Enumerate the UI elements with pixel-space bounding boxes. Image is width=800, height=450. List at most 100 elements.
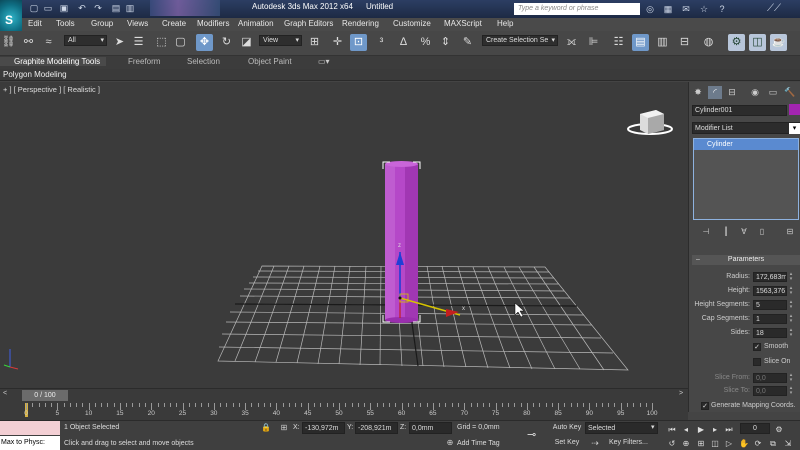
named-selection-dropdown[interactable]: Create Selection Se bbox=[482, 35, 558, 46]
time-slider[interactable] bbox=[0, 388, 688, 402]
curve-editor-icon[interactable]: ▥ bbox=[654, 34, 671, 51]
select-by-name-icon[interactable]: ☰ bbox=[130, 34, 147, 51]
zoom-extents-icon[interactable]: ◫ bbox=[709, 438, 721, 449]
help-icon[interactable]: ? bbox=[716, 3, 728, 15]
menu-tools[interactable]: Tools bbox=[56, 19, 75, 28]
favorites-icon[interactable]: ☆ bbox=[698, 3, 710, 15]
slice-from-spinner[interactable]: ▴ ▾ bbox=[788, 373, 794, 383]
communication-center-icon[interactable]: ✉ bbox=[680, 3, 692, 15]
height-field[interactable]: 1563,376 bbox=[753, 286, 787, 296]
bind-to-space-warp-icon[interactable]: ≈ bbox=[40, 34, 57, 51]
snaps-toggle-icon[interactable]: ³ bbox=[373, 34, 390, 51]
remove-modifier-icon[interactable]: ▯ bbox=[756, 227, 768, 238]
reference-coordinate-dropdown[interactable]: View bbox=[259, 35, 302, 46]
menu-rendering[interactable]: Rendering bbox=[342, 19, 379, 28]
viewport-scene[interactable]: z x bbox=[0, 82, 688, 388]
select-and-scale-icon[interactable]: ◪ bbox=[238, 34, 255, 51]
modify-tab-icon[interactable]: ◜ bbox=[708, 86, 722, 99]
orbit-icon[interactable]: ⟳ bbox=[752, 438, 764, 449]
sides-spinner[interactable]: ▴ ▾ bbox=[788, 328, 794, 338]
motion-tab-icon[interactable]: ◉ bbox=[748, 86, 762, 99]
key-mode-icon[interactable]: ↺ bbox=[666, 438, 678, 449]
height-spinner[interactable]: ▴ ▾ bbox=[788, 286, 794, 296]
rectangular-selection-icon[interactable]: ⬚ bbox=[153, 34, 170, 51]
height-segments-field[interactable]: 5 bbox=[753, 300, 787, 310]
radius-field[interactable]: 172,683m bbox=[753, 272, 787, 282]
redo-icon[interactable]: ↷ bbox=[92, 2, 104, 14]
chevron-down-icon[interactable]: ▾ bbox=[789, 123, 800, 134]
save-file-icon[interactable]: ▣ bbox=[58, 2, 70, 14]
key-icon[interactable]: ⊸ bbox=[527, 428, 545, 442]
select-and-link-icon[interactable]: ⛓ bbox=[0, 34, 17, 51]
schematic-view-icon[interactable]: ⊟ bbox=[676, 34, 693, 51]
zoom-icon[interactable]: ⊕ bbox=[680, 438, 692, 449]
mirror-icon[interactable]: ⟗ bbox=[563, 34, 580, 51]
auto-key-button[interactable]: Auto Key bbox=[551, 422, 583, 434]
lock-selection-icon[interactable]: 🔒 bbox=[260, 422, 272, 434]
play-icon[interactable]: ▶ bbox=[695, 424, 707, 435]
key-filters-button[interactable]: Key Filters... bbox=[609, 437, 659, 449]
create-tab-icon[interactable]: ✸ bbox=[691, 86, 705, 99]
radius-spinner[interactable]: ▴ ▾ bbox=[788, 272, 794, 282]
goto-start-icon[interactable]: ⏮ bbox=[666, 424, 678, 435]
rendered-frame-window-icon[interactable]: ◫ bbox=[749, 34, 766, 51]
menu-group[interactable]: Group bbox=[91, 19, 113, 28]
selection-filter-dropdown[interactable]: All bbox=[64, 35, 107, 46]
binoculars-icon[interactable]: ◎ bbox=[644, 3, 656, 15]
select-object-icon[interactable]: ➤ bbox=[111, 34, 128, 51]
field-of-view-icon[interactable]: ▷ bbox=[723, 438, 735, 449]
search-input[interactable]: Type a keyword or phrase bbox=[514, 3, 640, 15]
key-mode-dropdown[interactable]: Selected bbox=[585, 422, 658, 434]
cap-segments-spinner[interactable]: ▴ ▾ bbox=[788, 314, 794, 324]
pan-view-icon[interactable]: ✋ bbox=[738, 438, 750, 449]
render-production-icon[interactable]: ☕ bbox=[770, 34, 787, 51]
current-frame-field[interactable]: 0 bbox=[740, 423, 770, 434]
align-icon[interactable]: ⊫ bbox=[585, 34, 602, 51]
stack-item-cylinder[interactable]: Cylinder bbox=[694, 139, 798, 150]
viewport-label[interactable]: + ] [ Perspective ] [ Realistic ] bbox=[3, 85, 100, 94]
keyboard-shortcut-override-icon[interactable]: ⊡ bbox=[350, 34, 367, 51]
menu-graph-editors[interactable]: Graph Editors bbox=[284, 19, 333, 28]
show-end-result-icon[interactable]: ┃ bbox=[720, 227, 732, 238]
smooth-checkbox[interactable]: ✓ bbox=[753, 343, 761, 351]
menu-modifiers[interactable]: Modifiers bbox=[197, 19, 229, 28]
z-coord-field[interactable]: 0,0mm bbox=[409, 422, 452, 434]
new-file-icon[interactable]: ▢ bbox=[28, 2, 40, 14]
object-name-field[interactable]: Cylinder001 bbox=[692, 105, 787, 116]
select-and-rotate-icon[interactable]: ↻ bbox=[218, 34, 235, 51]
angle-snap-icon[interactable]: ∆ bbox=[395, 34, 412, 51]
menu-views[interactable]: Views bbox=[127, 19, 148, 28]
configure-modifier-sets-icon[interactable]: ⊟ bbox=[784, 227, 796, 238]
object-color-swatch[interactable] bbox=[789, 104, 800, 115]
edit-named-selection-icon[interactable]: ✎ bbox=[459, 34, 476, 51]
polygon-modeling-panel[interactable]: Polygon Modeling bbox=[3, 70, 67, 79]
manipulate-icon[interactable]: ✛ bbox=[329, 34, 346, 51]
open-file-icon[interactable]: ▭ bbox=[42, 2, 54, 14]
window-controls-icon[interactable]: ⟋⟋ bbox=[754, 3, 794, 15]
height-segments-spinner[interactable]: ▴ ▾ bbox=[788, 300, 794, 310]
key-mode-toggle-icon[interactable]: ⇢ bbox=[587, 437, 603, 449]
make-unique-icon[interactable]: ∀ bbox=[738, 227, 750, 238]
tab-graphite-modeling-tools[interactable]: Graphite Modeling Tools bbox=[0, 57, 107, 66]
subscription-icon[interactable]: ▦ bbox=[662, 3, 674, 15]
cap-segments-field[interactable]: 1 bbox=[753, 314, 787, 324]
select-and-move-icon[interactable]: ✥ bbox=[196, 34, 213, 51]
y-coord-field[interactable]: -208,921m bbox=[355, 422, 398, 434]
hierarchy-tab-icon[interactable]: ⊟ bbox=[725, 86, 739, 99]
add-time-tag[interactable]: Add Time Tag bbox=[457, 440, 500, 447]
hold-icon[interactable]: ▤ bbox=[110, 2, 122, 14]
spinner-snap-icon[interactable]: ⇕ bbox=[437, 34, 454, 51]
sides-field[interactable]: 18 bbox=[753, 328, 787, 338]
modifier-list-dropdown[interactable]: Modifier List bbox=[692, 122, 800, 134]
time-configuration-icon[interactable]: ⚙ bbox=[773, 424, 785, 435]
menu-customize[interactable]: Customize bbox=[393, 19, 431, 28]
parameters-rollout-header[interactable]: Parameters bbox=[692, 255, 800, 265]
absolute-mode-icon[interactable]: ⊞ bbox=[278, 422, 290, 434]
maximize-viewport-icon[interactable]: ⧉ bbox=[767, 438, 779, 449]
menu-edit[interactable]: Edit bbox=[28, 19, 42, 28]
menu-help[interactable]: Help bbox=[497, 19, 513, 28]
ribbon-options-icon[interactable]: ▭▾ bbox=[318, 57, 330, 66]
tab-object-paint[interactable]: Object Paint bbox=[248, 57, 292, 66]
chevron-down-icon[interactable]: ▾ bbox=[651, 423, 655, 431]
display-tab-icon[interactable]: ▭ bbox=[766, 86, 780, 99]
